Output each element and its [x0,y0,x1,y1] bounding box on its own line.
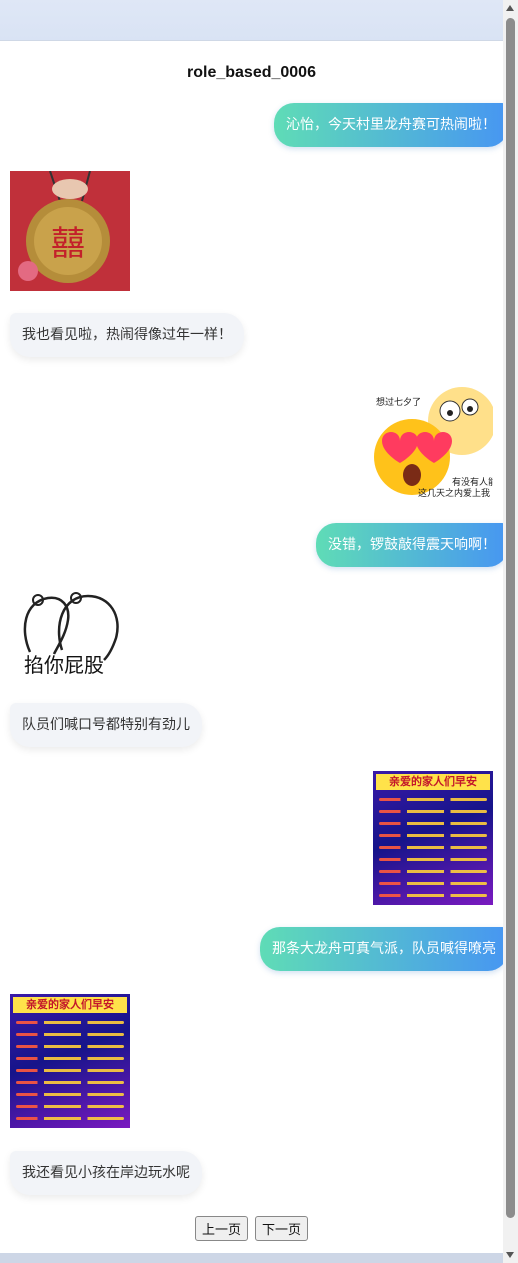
card-line [16,1069,124,1072]
scroll-up-icon[interactable] [506,5,514,11]
pager: 上一页 下一页 [0,1216,503,1241]
top-bar [0,0,503,41]
card-line [16,1117,124,1120]
card-line [379,822,487,825]
chat-bubble-left: 队员们喊口号都特别有劲儿 [10,703,202,747]
bottom-bar [0,1253,503,1263]
chat-bubble-right: 沁怡，今天村里龙舟赛可热闹啦！ [274,103,508,147]
card-line [379,810,487,813]
sticker-caption-bottom-2: 这几天之内爱上我 [418,489,491,499]
greeting-card-sticker: 亲爱的家人们早安 [373,771,493,905]
card-line [16,1021,124,1024]
page-title: role_based_0006 [187,64,316,81]
card-line [379,882,487,885]
next-page-button[interactable]: 下一页 [255,1216,309,1241]
card-line [379,858,487,861]
card-line [379,870,487,873]
sticker-caption: 掐你屁股 [24,653,104,677]
card-line [16,1093,124,1096]
card-title: 亲爱的家人们早安 [376,774,490,790]
card-line [379,894,487,897]
card-line [379,846,487,849]
card-line [16,1105,124,1108]
card-line [16,1057,124,1060]
prev-page-button[interactable]: 上一页 [194,1216,248,1241]
card-line [16,1081,124,1084]
heart-eyes-emoji-sticker: 想过七夕了 有没有人能在 这几天之内爱上我 [370,383,493,500]
chat-bubble-left: 我还看见小孩在岸边玩水呢 [10,1151,202,1195]
card-line [16,1033,124,1036]
scroll-thumb[interactable] [506,18,515,1218]
svg-text:囍: 囍 [51,224,85,264]
vertical-scrollbar[interactable] [503,0,518,1263]
chat-bubble-right: 没错，锣鼓敲得震天响啊！ [316,523,508,567]
chat-bubble-right: 那条大龙舟可真气派，队员喊得嘹亮 [260,927,508,971]
card-title: 亲爱的家人们早安 [13,997,127,1013]
card-line [379,834,487,837]
greeting-card-sticker: 亲爱的家人们早安 [10,994,130,1128]
sticker-caption-top: 想过七夕了 [376,398,422,408]
bear-sketch-sticker: 掐你屁股 [18,590,126,680]
card-line [16,1045,124,1048]
chat-bubble-left: 我也看见啦，热闹得像过年一样！ [10,313,244,357]
card-line [379,798,487,801]
scroll-down-icon[interactable] [506,1252,514,1258]
gong-sticker-image: 囍 [10,171,130,291]
